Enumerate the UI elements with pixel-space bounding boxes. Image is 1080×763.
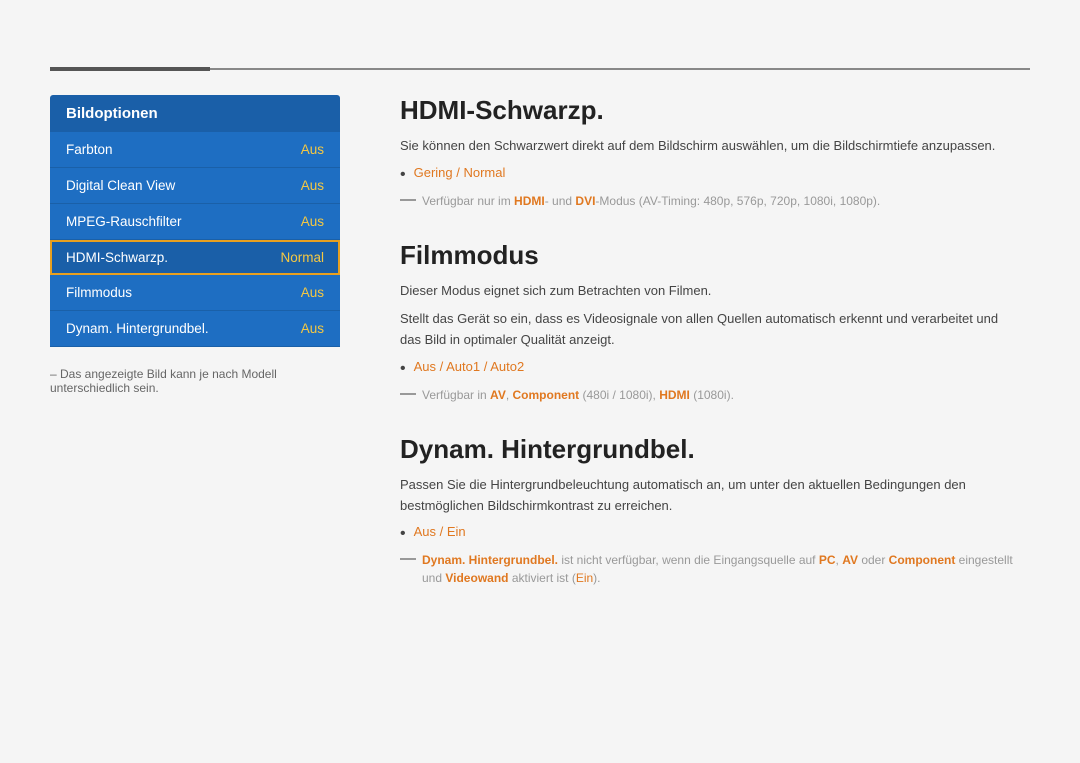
section-filmmodus: Filmmodus Dieser Modus eignet sich zum B…: [400, 240, 1020, 404]
bullet-hdmi: • Gering / Normal: [400, 165, 1020, 186]
section-body-hdmi: Sie können den Schwarzwert direkt auf de…: [400, 136, 1020, 157]
sidebar-item-label: Farbton: [66, 142, 113, 157]
bullet-dot-dynam: •: [400, 524, 406, 545]
section-hdmi-schwarzp: HDMI-Schwarzp. Sie können den Schwarzwer…: [400, 95, 1020, 210]
top-divider: [50, 68, 1030, 70]
sidebar-item-value: Aus: [301, 321, 324, 336]
sidebar-note: – Das angezeigte Bild kann je nach Model…: [50, 367, 340, 395]
note-text-hdmi: Verfügbar nur im HDMI- und DVI-Modus (AV…: [422, 192, 880, 210]
main-layout: Bildoptionen Farbton Aus Digital Clean V…: [50, 95, 1030, 713]
sidebar-item-value: Aus: [301, 214, 324, 229]
bullet-filmmodus: • Aus / Auto1 / Auto2: [400, 359, 1020, 380]
bullet-dynam: • Aus / Ein: [400, 524, 1020, 545]
sidebar-item-farbton[interactable]: Farbton Aus: [50, 132, 340, 168]
sidebar-item-digital-clean-view[interactable]: Digital Clean View Aus: [50, 168, 340, 204]
sidebar-item-hdmi-schwarzp[interactable]: HDMI-Schwarzp. Normal: [50, 240, 340, 275]
note-text-dynam: Dynam. Hintergrundbel. ist nicht verfügb…: [422, 551, 1020, 587]
note-filmmodus: Verfügbar in AV, Component (480i / 1080i…: [400, 386, 1020, 404]
top-divider-accent: [50, 67, 210, 71]
section-title-hdmi: HDMI-Schwarzp.: [400, 95, 1020, 126]
sidebar-item-value: Aus: [301, 285, 324, 300]
sidebar-item-label: MPEG-Rauschfilter: [66, 214, 182, 229]
sidebar-item-mpeg-rauschfilter[interactable]: MPEG-Rauschfilter Aus: [50, 204, 340, 240]
note-divider-filmmodus: [400, 393, 416, 395]
sidebar-item-label: HDMI-Schwarzp.: [66, 250, 168, 265]
bullet-dot-filmmodus: •: [400, 359, 406, 380]
sidebar-item-label: Dynam. Hintergrundbel.: [66, 321, 209, 336]
sidebar-item-value: Aus: [301, 178, 324, 193]
section-body1-filmmodus: Dieser Modus eignet sich zum Betrachten …: [400, 281, 1020, 302]
sidebar-title: Bildoptionen: [50, 95, 340, 132]
bullet-text-hdmi: Gering / Normal: [414, 165, 506, 180]
sidebar: Bildoptionen Farbton Aus Digital Clean V…: [50, 95, 340, 713]
sidebar-item-dynam-hintergrundbel[interactable]: Dynam. Hintergrundbel. Aus: [50, 311, 340, 347]
section-title-filmmodus: Filmmodus: [400, 240, 1020, 271]
sidebar-item-value: Normal: [280, 250, 324, 265]
section-body-dynam: Passen Sie die Hintergrundbeleuchtung au…: [400, 475, 1020, 517]
note-divider: [400, 199, 416, 201]
sidebar-item-filmmodus[interactable]: Filmmodus Aus: [50, 275, 340, 311]
section-title-dynam: Dynam. Hintergrundbel.: [400, 434, 1020, 465]
sidebar-item-value: Aus: [301, 142, 324, 157]
note-hdmi: Verfügbar nur im HDMI- und DVI-Modus (AV…: [400, 192, 1020, 210]
bullet-text-filmmodus: Aus / Auto1 / Auto2: [414, 359, 525, 374]
section-body2-filmmodus: Stellt das Gerät so ein, dass es Videosi…: [400, 309, 1020, 351]
note-divider-dynam: [400, 558, 416, 560]
note-dynam: Dynam. Hintergrundbel. ist nicht verfügb…: [400, 551, 1020, 587]
bullet-dot-hdmi: •: [400, 165, 406, 186]
content-area: HDMI-Schwarzp. Sie können den Schwarzwer…: [340, 95, 1030, 713]
sidebar-item-label: Digital Clean View: [66, 178, 175, 193]
sidebar-item-label: Filmmodus: [66, 285, 132, 300]
note-text-filmmodus: Verfügbar in AV, Component (480i / 1080i…: [422, 386, 734, 404]
bullet-text-dynam: Aus / Ein: [414, 524, 466, 539]
section-dynam: Dynam. Hintergrundbel. Passen Sie die Hi…: [400, 434, 1020, 587]
